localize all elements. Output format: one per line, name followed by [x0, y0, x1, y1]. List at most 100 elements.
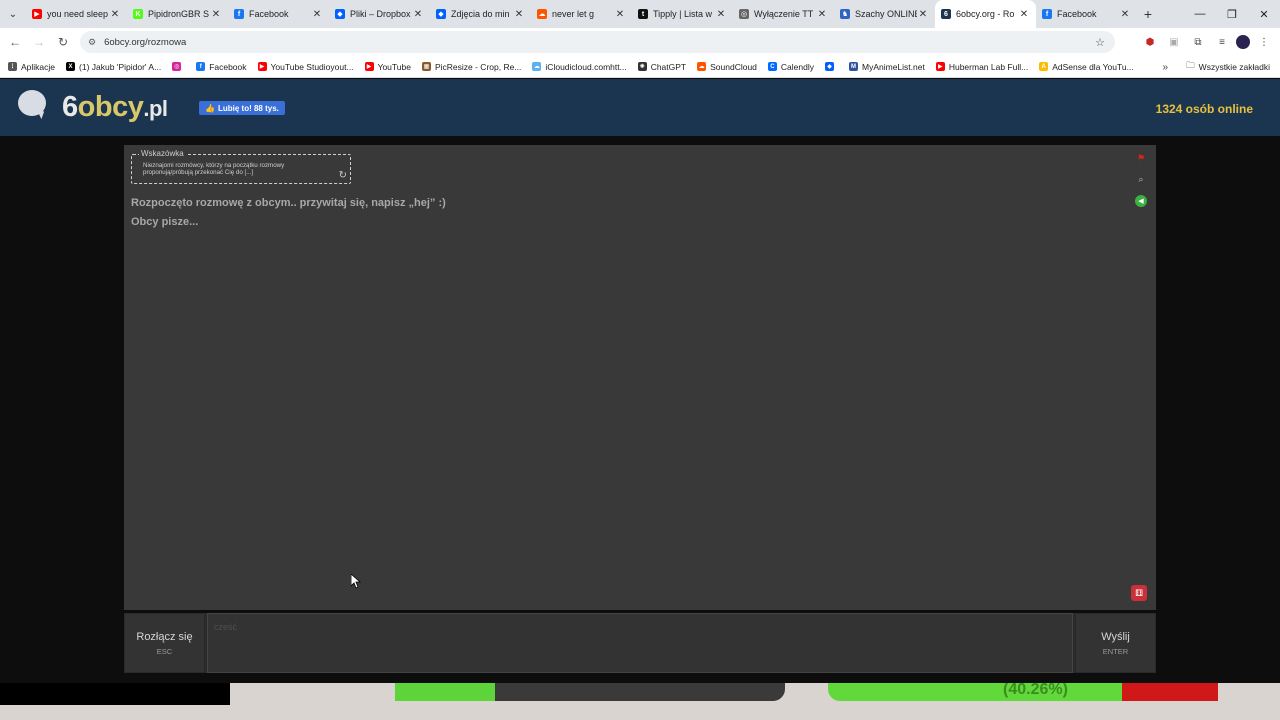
close-tab-icon[interactable]: ✕	[210, 9, 222, 20]
restore-icon[interactable]: ❐	[1216, 0, 1248, 28]
extensions-puzzle-icon[interactable]: ⧉	[1188, 31, 1208, 53]
site-info-icon[interactable]: ⚙	[88, 37, 96, 48]
bookmark-item[interactable]: M MyAnimeList.net	[849, 62, 925, 72]
bookmark-item[interactable]: ◎	[172, 62, 185, 71]
myanimelist-icon: M	[849, 62, 858, 71]
new-tab-button[interactable]: +	[1137, 6, 1159, 22]
dropbox-icon: ◆	[436, 9, 446, 19]
extension-icon[interactable]: ▣	[1164, 31, 1184, 53]
media-controls-icon[interactable]: ≡	[1212, 31, 1232, 53]
site-logo[interactable]: 6obcy.pl	[62, 91, 168, 124]
sound-on-icon[interactable]: ◀	[1135, 195, 1147, 207]
browser-tab[interactable]: 6 6obcy.org - Ro ✕	[935, 0, 1036, 28]
bookmark-item[interactable]: f Facebook	[196, 62, 247, 72]
disconnect-button[interactable]: Rozłącz się ESC	[124, 613, 205, 673]
bookmark-item[interactable]: ▶ Huberman Lab Full...	[935, 62, 1028, 72]
tab-label: Facebook	[1057, 9, 1097, 19]
overlay-vote-bar: (40.26%)	[828, 683, 1218, 701]
browser-tab[interactable]: ◆ Pliki – Dropbox ✕	[329, 0, 430, 28]
random-dice-icon[interactable]: ⚅	[1131, 585, 1147, 601]
online-count: 1324 osób online	[1155, 102, 1253, 116]
browser-tab[interactable]: f Facebook ✕	[228, 0, 329, 28]
bookmark-item[interactable]: X (1) Jakub 'Pipidor' A...	[66, 62, 161, 72]
tab-label: Szachy ONLINE	[855, 9, 917, 19]
icloud-icon: ☁	[532, 62, 542, 71]
send-button[interactable]: Wyślij ENTER	[1075, 613, 1156, 673]
bookmark-item[interactable]: ✺ ChatGPT	[637, 61, 687, 72]
bookmark-item[interactable]: ▶ YouTube	[364, 62, 411, 72]
tab-label: Wyłączenie TT	[754, 9, 814, 19]
close-tab-icon[interactable]: ✕	[1018, 9, 1030, 20]
6obcy-icon: 6	[941, 9, 951, 19]
message-bar: Rozłącz się ESC Wyślij ENTER	[124, 613, 1156, 673]
close-tab-icon[interactable]: ✕	[917, 9, 929, 20]
bookmark-item[interactable]: ◆	[825, 62, 838, 71]
tab-label: Facebook	[249, 9, 289, 19]
bookmark-item[interactable]: ☁ SoundCloud	[697, 62, 757, 72]
bookmark-label: YouTube Studioyout...	[270, 61, 354, 72]
chat-log[interactable]: Wskazówka Nieznajomi rozmówcy, którzy na…	[124, 145, 1156, 610]
close-tab-icon[interactable]: ✕	[614, 9, 626, 20]
hint-refresh-icon[interactable]: ↻	[339, 170, 347, 181]
typing-indicator: Obcy pisze...	[131, 216, 199, 228]
browser-tab[interactable]: ◎ Wyłączenie TT ✕	[733, 0, 834, 28]
bookmark-item[interactable]: ▶ YouTube Studioyout...	[257, 61, 354, 72]
close-tab-icon[interactable]: ✕	[513, 9, 525, 20]
stream-overlay: (40.26%)	[0, 683, 1280, 720]
reload-icon[interactable]: ↻	[51, 30, 75, 54]
overlay-progress-fill	[395, 683, 495, 701]
facebook-like-button[interactable]: 👍 Lubię to! 88 tys.	[199, 101, 285, 115]
close-tab-icon[interactable]: ✕	[412, 9, 424, 20]
bookmark-star-icon[interactable]: ☆	[1095, 36, 1105, 49]
all-bookmarks[interactable]: 🗀 Wszystkie zakładki	[1186, 56, 1270, 78]
bookmark-item[interactable]: A AdSense dla YouTu...	[1039, 62, 1134, 72]
bookmark-item[interactable]: ▦ PicResize - Crop, Re...	[421, 61, 522, 72]
browser-tab[interactable]: t Tipply | Lista w ✕	[632, 0, 733, 28]
bookmark-item[interactable]: ⋮ Aplikacje	[8, 62, 55, 72]
close-tab-icon[interactable]: ✕	[816, 9, 828, 20]
address-bar[interactable]: ⚙ 6obcy.org/rozmowa ☆	[80, 31, 1115, 53]
close-tab-icon[interactable]: ✕	[109, 9, 121, 20]
report-flag-icon[interactable]: ⚑	[1135, 152, 1147, 164]
tab-label: PipidronGBR S	[148, 9, 210, 19]
bookmark-item[interactable]: C Calendly	[767, 62, 814, 72]
browser-tab[interactable]: f Facebook ✕	[1036, 0, 1137, 28]
logo-word: obcy	[77, 91, 144, 123]
tab-search-chevron-icon[interactable]: ⌄	[0, 0, 26, 28]
youtube-icon: ▶	[257, 62, 267, 71]
back-icon[interactable]: ←	[3, 30, 27, 54]
disconnect-shortcut: ESC	[156, 646, 173, 656]
forward-icon[interactable]: →	[27, 30, 51, 54]
bookmark-label: PicResize - Crop, Re...	[434, 61, 522, 72]
zoom-icon[interactable]: ⌕	[1135, 173, 1147, 185]
menu-kebab-icon[interactable]: ⋮	[1254, 31, 1274, 53]
close-window-icon[interactable]: ✕	[1248, 0, 1280, 28]
facebook-icon: f	[234, 9, 244, 19]
instagram-icon: ◎	[172, 62, 182, 71]
browser-tab[interactable]: ◆ Zdjęcia do min ✕	[430, 0, 531, 28]
close-tab-icon[interactable]: ✕	[311, 9, 323, 20]
hint-title: Wskazówka	[139, 149, 186, 158]
close-tab-icon[interactable]: ✕	[715, 9, 727, 20]
minimize-icon[interactable]: —	[1184, 0, 1216, 28]
browser-tab[interactable]: ☁ never let g ✕	[531, 0, 632, 28]
browser-tab[interactable]: K PipidronGBR S ✕	[127, 0, 228, 28]
browser-tab[interactable]: ▶ you need sleep ✕	[26, 0, 127, 28]
message-input[interactable]	[207, 613, 1073, 673]
address-text: 6obcy.org/rozmowa	[104, 36, 187, 48]
close-tab-icon[interactable]: ✕	[1119, 9, 1131, 20]
extension-icon[interactable]: ⬢	[1140, 31, 1160, 53]
hint-box: Wskazówka Nieznajomi rozmówcy, którzy na…	[131, 149, 351, 184]
browser-tab[interactable]: ♞ Szachy ONLINE ✕	[834, 0, 935, 28]
more-bookmarks-chevron-icon[interactable]: »	[1162, 56, 1168, 78]
youtube-icon: ▶	[935, 62, 945, 71]
send-shortcut: ENTER	[1102, 646, 1129, 656]
bookmark-label: ChatGPT	[650, 61, 687, 72]
profile-avatar[interactable]	[1236, 35, 1250, 49]
hint-text: Nieznajomi rozmówcy, którzy na początku …	[143, 162, 285, 176]
folder-icon: 🗀	[1186, 60, 1195, 70]
dropbox-icon: ◆	[825, 62, 834, 71]
disconnect-label: Rozłącz się	[136, 630, 193, 643]
youtube-icon: ▶	[364, 62, 374, 71]
bookmark-item[interactable]: ☁ iCloudicloud.comhtt...	[532, 62, 627, 72]
